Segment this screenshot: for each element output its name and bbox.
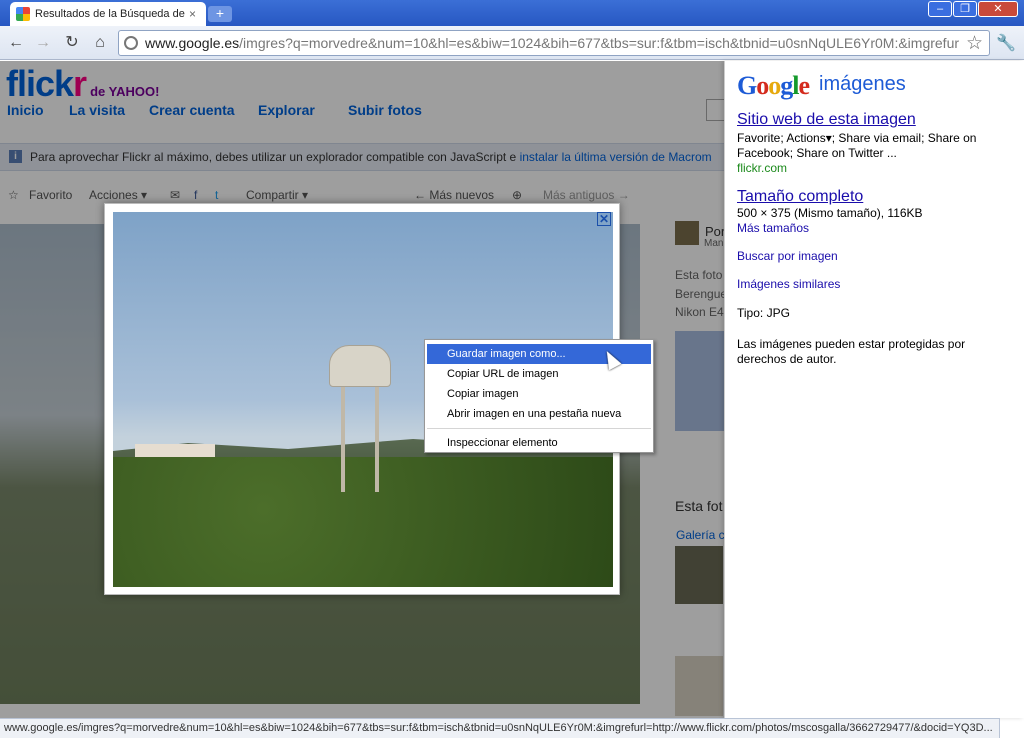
minimize-icon[interactable]: –	[928, 1, 952, 17]
water-tower-tank	[329, 345, 391, 387]
logo-letter: o	[768, 71, 781, 100]
logo-letter: o	[756, 71, 769, 100]
browser-window: Resultados de la Búsqueda de × + – ❐ ✕ ←…	[0, 0, 1024, 738]
status-bar: www.google.es/imgres?q=morvedre&num=10&h…	[0, 718, 1000, 738]
close-icon[interactable]: ✕	[597, 212, 611, 226]
globe-icon	[124, 36, 138, 50]
menu-separator	[427, 428, 651, 429]
size-info: 500 × 375 (Mismo tamaño), 116KB	[737, 206, 923, 220]
address-bar[interactable]: www.google.es/imgres?q=morvedre&num=10&h…	[118, 30, 990, 56]
similar-images-link[interactable]: Imágenes similares	[737, 277, 840, 291]
title-bar: Resultados de la Búsqueda de × + – ❐ ✕	[0, 0, 1024, 26]
type-row: Tipo: JPG	[737, 306, 1017, 321]
new-tab-button[interactable]: +	[208, 6, 232, 22]
site-description: Favorite; Actions▾; Share via email; Sha…	[737, 131, 977, 160]
context-menu: Guardar imagen como... Copiar URL de ima…	[424, 339, 654, 453]
search-by-image-link[interactable]: Buscar por imagen	[737, 249, 838, 263]
logo-letter: g	[780, 71, 793, 100]
reload-icon[interactable]: ↻	[61, 33, 83, 53]
maximize-icon[interactable]: ❐	[953, 1, 977, 17]
menu-copy-image[interactable]: Copiar imagen	[427, 384, 651, 404]
url-host: www.google.es	[145, 35, 240, 51]
url-path: /imgres?q=morvedre&num=10&hl=es&biw=1024…	[239, 35, 959, 51]
water-tower-legs	[341, 387, 379, 492]
site-domain: flickr.com	[737, 161, 788, 175]
home-icon[interactable]: ⌂	[89, 33, 111, 53]
type-value: JPG	[766, 306, 790, 320]
copyright-notice: Las imágenes pueden estar protegidas por…	[737, 337, 966, 366]
google-favicon-icon	[16, 7, 30, 21]
full-size-link[interactable]: Tamaño completo	[737, 188, 863, 206]
more-sizes-link[interactable]: Más tamaños	[737, 221, 809, 235]
menu-copy-image-url[interactable]: Copiar URL de imagen	[427, 364, 651, 384]
tab-close-icon[interactable]: ×	[189, 7, 196, 21]
browser-toolbar: ← → ↻ ⌂ www.google.es/imgres?q=morvedre&…	[0, 26, 1024, 60]
logo-letter: G	[737, 71, 757, 100]
address-url: www.google.es/imgres?q=morvedre&num=10&h…	[145, 35, 959, 51]
tab-title: Resultados de la Búsqueda de	[35, 8, 185, 20]
google-logo[interactable]: Google	[737, 71, 810, 101]
menu-inspect-element[interactable]: Inspeccionar elemento	[427, 433, 651, 453]
bookmark-star-icon[interactable]: ☆	[966, 32, 983, 55]
wrench-icon[interactable]: 🔧	[996, 33, 1016, 53]
google-images-panel: Google imágenes Sitio web de esta imagen…	[724, 61, 1024, 718]
forward-arrow-icon[interactable]: →	[32, 33, 54, 53]
menu-open-image-new-tab[interactable]: Abrir imagen en una pestaña nueva	[427, 404, 651, 424]
browser-tab[interactable]: Resultados de la Búsqueda de ×	[10, 2, 206, 26]
type-label: Tipo:	[737, 306, 764, 320]
close-window-icon[interactable]: ✕	[978, 1, 1018, 17]
logo-letter: e	[798, 71, 810, 100]
imagenes-label: imágenes	[819, 73, 906, 95]
back-arrow-icon[interactable]: ←	[5, 33, 27, 53]
site-link[interactable]: Sitio web de esta imagen	[737, 111, 916, 129]
